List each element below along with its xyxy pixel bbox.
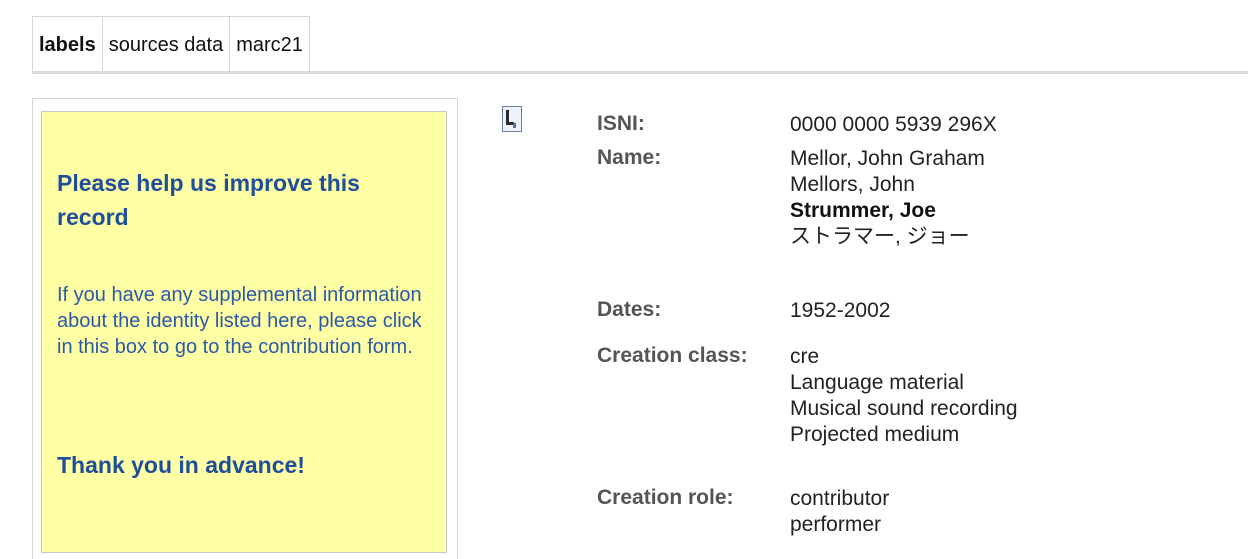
dates-value: 1952-2002	[790, 299, 891, 322]
name-value: ストラマー, ジョー	[790, 225, 970, 248]
tab-marc21[interactable]: marc21	[230, 17, 309, 73]
name-values: Mellor, John Graham Mellors, John Strumm…	[790, 146, 985, 250]
creation-class-label: Creation class:	[597, 344, 748, 367]
creation-class-value: Projected medium	[790, 423, 960, 446]
tab-sources-data[interactable]: sources data	[102, 17, 231, 73]
record-icon[interactable]	[502, 106, 522, 132]
help-thanks: Thank you in advance!	[57, 452, 305, 478]
tab-bar: labels sources data marc21	[32, 16, 310, 73]
name-value: Mellors, John	[790, 173, 915, 196]
tab-divider	[32, 71, 1248, 74]
dates-label: Dates:	[597, 298, 662, 321]
help-panel: Please help us improve this record If yo…	[32, 98, 458, 559]
creation-class-values: cre Language material Musical sound reco…	[790, 344, 1018, 448]
tab-labels[interactable]: labels	[33, 17, 103, 73]
creation-class-value: cre	[790, 345, 820, 368]
name-label: Name:	[597, 146, 662, 169]
name-value: Mellor, John Graham	[790, 147, 985, 170]
help-text: If you have any supplemental information…	[57, 284, 422, 358]
contribution-box[interactable]: Please help us improve this record If yo…	[41, 111, 447, 553]
creation-class-value: Musical sound recording	[790, 397, 1018, 420]
creation-class-value: Language material	[790, 371, 964, 394]
isni-label: ISNI:	[597, 112, 645, 135]
isni-value: 0000 0000 5939 296X	[790, 113, 997, 136]
creation-role-values: contributor performer	[790, 486, 889, 538]
creation-role-label: Creation role:	[597, 486, 734, 509]
creation-role-value: performer	[790, 513, 882, 536]
creation-role-value: contributor	[790, 487, 890, 510]
name-value-preferred: Strummer, Joe	[790, 199, 936, 222]
help-title: Please help us improve this record	[57, 170, 360, 230]
